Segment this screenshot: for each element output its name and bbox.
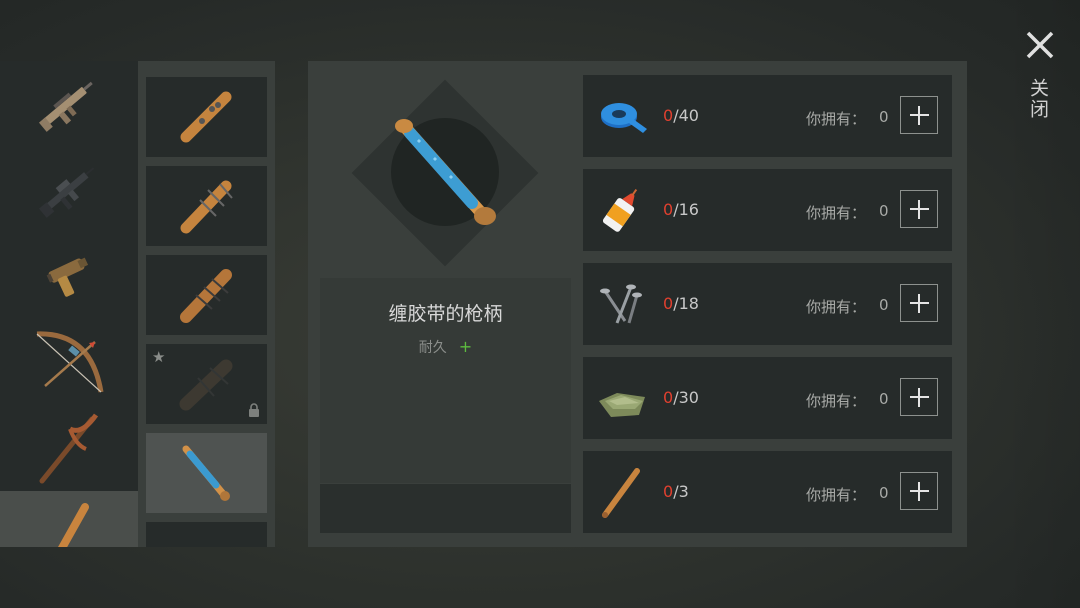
cloth-icon	[599, 393, 645, 417]
recipe-spiked-club[interactable]: ★	[146, 344, 267, 424]
rifle-icon	[38, 167, 95, 218]
category-pickaxe[interactable]	[0, 405, 138, 491]
taped-bat-icon	[182, 445, 230, 501]
requirement-count: 0/40	[663, 106, 699, 125]
spiked-bat-icon	[180, 180, 233, 234]
bow-icon	[36, 331, 104, 393]
owned-label: 你拥有：	[806, 486, 867, 504]
star-icon: ★	[152, 348, 166, 366]
requirement-row: 0/30 你拥有： 0	[583, 357, 952, 439]
nailed-bat-icon	[179, 269, 232, 323]
flare-pistol-icon	[46, 257, 89, 297]
owned-label: 你拥有：	[806, 392, 867, 410]
recipe-bat-with-spikes[interactable]	[146, 166, 267, 246]
recipe-bat-partial[interactable]	[146, 522, 267, 547]
owned-label: 你拥有：	[806, 204, 867, 222]
selection-arrow	[129, 524, 138, 542]
requirement-row: 0/3 你拥有： 0	[583, 451, 952, 533]
baseball-bat-icon	[602, 468, 640, 518]
category-m16-rifle[interactable]	[0, 147, 138, 233]
category-list[interactable]	[0, 61, 138, 547]
recipe-bat-with-nails[interactable]	[146, 255, 267, 335]
owned-label: 你拥有：	[806, 110, 867, 128]
add-cloth-button[interactable]	[900, 378, 938, 416]
durability-plus: +	[458, 337, 473, 356]
category-baseball-bat[interactable]	[0, 491, 138, 547]
assault-rifle-icon	[38, 81, 93, 132]
owned-value: 0	[879, 484, 889, 502]
close-icon[interactable]	[1025, 30, 1055, 60]
requirement-row: 0/16 你拥有： 0	[583, 169, 952, 251]
tape-roll-icon	[601, 103, 647, 133]
add-glue-button[interactable]	[900, 190, 938, 228]
requirement-count: 0/16	[663, 200, 699, 219]
lock-icon	[249, 403, 259, 417]
add-tape-button[interactable]	[900, 96, 938, 134]
owned-value: 0	[879, 202, 889, 220]
bat-partial-icon	[172, 542, 242, 547]
recipe-list[interactable]: ★	[138, 61, 275, 547]
durability-label: 耐久	[418, 340, 447, 356]
taped-bat-preview-icon	[395, 119, 496, 225]
requirement-count: 0/18	[663, 294, 699, 313]
baseball-bat-icon	[58, 503, 89, 547]
studded-bat-icon	[180, 91, 231, 143]
pickaxe-icon	[39, 413, 99, 484]
glue-bottle-icon	[602, 188, 638, 232]
nails-icon	[600, 284, 642, 324]
owned-value: 0	[879, 390, 889, 408]
category-bow[interactable]	[0, 319, 138, 405]
requirement-count: 0/3	[663, 482, 689, 501]
recipe-bat-with-studs[interactable]	[146, 77, 267, 157]
category-assault-rifle[interactable]	[0, 61, 138, 147]
close-label[interactable]: 关闭	[1027, 78, 1052, 120]
durability-row: 耐久 +	[320, 337, 571, 357]
add-bat-button[interactable]	[900, 472, 938, 510]
owned-value: 0	[879, 296, 889, 314]
owned-value: 0	[879, 108, 889, 126]
requirement-row: 0/18 你拥有： 0	[583, 263, 952, 345]
add-nails-button[interactable]	[900, 284, 938, 322]
item-info-footer	[320, 484, 571, 533]
requirement-row: 0/40 你拥有： 0	[583, 75, 952, 157]
spiked-club-icon	[179, 359, 232, 411]
recipe-taped-bat[interactable]	[146, 433, 267, 513]
requirement-count: 0/30	[663, 388, 699, 407]
category-flare-pistol[interactable]	[0, 233, 138, 319]
item-name: 缠胶带的枪柄	[388, 303, 503, 325]
owned-label: 你拥有：	[806, 298, 867, 316]
